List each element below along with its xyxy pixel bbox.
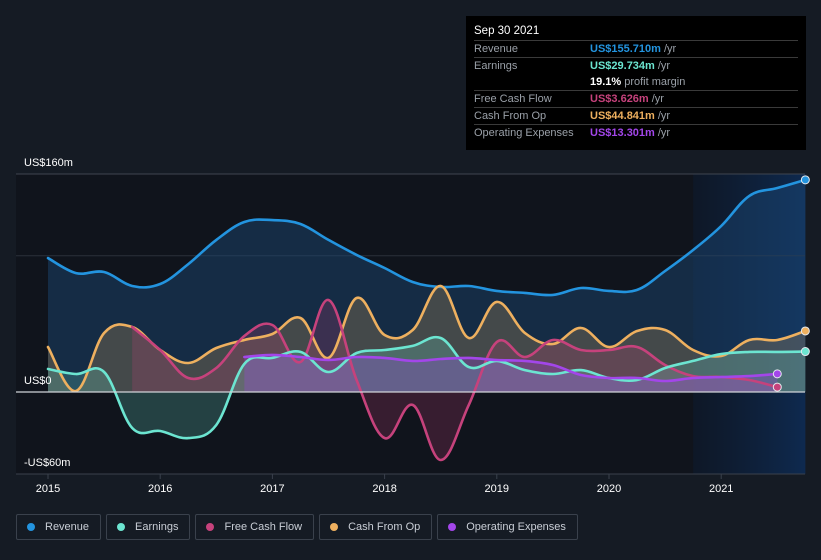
tooltip-value: US$13.301m [590, 127, 655, 139]
tooltip-date: Sep 30 2021 [474, 25, 540, 37]
earnings-dot-icon [117, 523, 126, 531]
tooltip: Sep 30 2021 Revenue US$155.710m /yr Earn… [466, 16, 806, 150]
legend-label: Cash From Op [348, 521, 421, 533]
x-tick-label: 2019 [485, 483, 509, 495]
earnings-end-marker [800, 347, 810, 357]
x-tick-label: 2020 [597, 483, 621, 495]
tooltip-value: US$155.710m [590, 43, 661, 55]
tooltip-row-earnings: Earnings US$29.734m /yr [474, 57, 798, 74]
legend: Revenue Earnings Free Cash Flow Cash Fro… [16, 514, 578, 540]
tooltip-row-cash-from-op: Cash From Op US$44.841m /yr [474, 107, 798, 124]
operating-expenses-dot-icon [448, 523, 457, 531]
tooltip-row-revenue: Revenue US$155.710m /yr [474, 40, 798, 57]
tooltip-unit: profit margin [624, 76, 686, 88]
legend-label: Earnings [135, 521, 179, 533]
operating-expenses-end-marker [772, 369, 782, 379]
tooltip-unit: /yr [663, 43, 677, 55]
tooltip-label [474, 74, 590, 90]
y-tick-label: US$160m [24, 157, 73, 169]
y-tick-label: -US$60m [24, 457, 70, 469]
x-tick-label: 2017 [260, 483, 284, 495]
legend-free-cash-flow-button[interactable]: Free Cash Flow [195, 514, 315, 540]
free-cash-flow-dot-icon [206, 523, 215, 531]
free-cash-flow-end-marker [772, 382, 782, 392]
legend-operating-expenses-button[interactable]: Operating Expenses [437, 514, 578, 540]
x-tick-label: 2016 [148, 483, 172, 495]
tooltip-unit: /yr [651, 93, 664, 105]
legend-revenue-button[interactable]: Revenue [16, 514, 102, 540]
tooltip-unit: /yr [657, 127, 671, 139]
tooltip-label: Operating Expenses [474, 127, 574, 139]
tooltip-unit: /yr [657, 110, 671, 122]
x-tick-label: 2015 [36, 483, 60, 495]
tooltip-label: Revenue [474, 43, 519, 55]
tooltip-label: Free Cash Flow [474, 93, 552, 105]
tooltip-value: US$3.626m [590, 93, 649, 105]
legend-earnings-button[interactable]: Earnings [106, 514, 191, 540]
tooltip-value: US$29.734m [590, 60, 655, 72]
tooltip-row-operating-expenses: Operating Expenses US$13.301m /yr [474, 124, 798, 141]
legend-label: Free Cash Flow [224, 521, 303, 533]
tooltip-label: Cash From Op [474, 110, 547, 122]
tooltip-row-free-cash-flow: Free Cash Flow US$3.626m /yr [474, 90, 798, 107]
legend-label: Operating Expenses [466, 521, 566, 533]
tooltip-unit: /yr [657, 60, 671, 72]
tooltip-row-profit-margin: 19.1% profit margin [474, 74, 798, 90]
x-tick-label: 2021 [709, 483, 733, 495]
revenue-dot-icon [27, 523, 35, 531]
y-tick-label: US$0 [24, 375, 52, 387]
profit-margin-value: 19.1% [590, 76, 622, 88]
cash-from-op-end-marker [800, 326, 810, 336]
legend-cash-from-op-button[interactable]: Cash From Op [319, 514, 433, 540]
tooltip-value: US$44.841m [590, 110, 655, 122]
x-tick-label: 2018 [372, 483, 396, 495]
cash-from-op-dot-icon [330, 523, 339, 531]
revenue-end-marker [800, 175, 810, 185]
tooltip-label: Earnings [474, 60, 518, 72]
legend-label: Revenue [45, 521, 90, 533]
